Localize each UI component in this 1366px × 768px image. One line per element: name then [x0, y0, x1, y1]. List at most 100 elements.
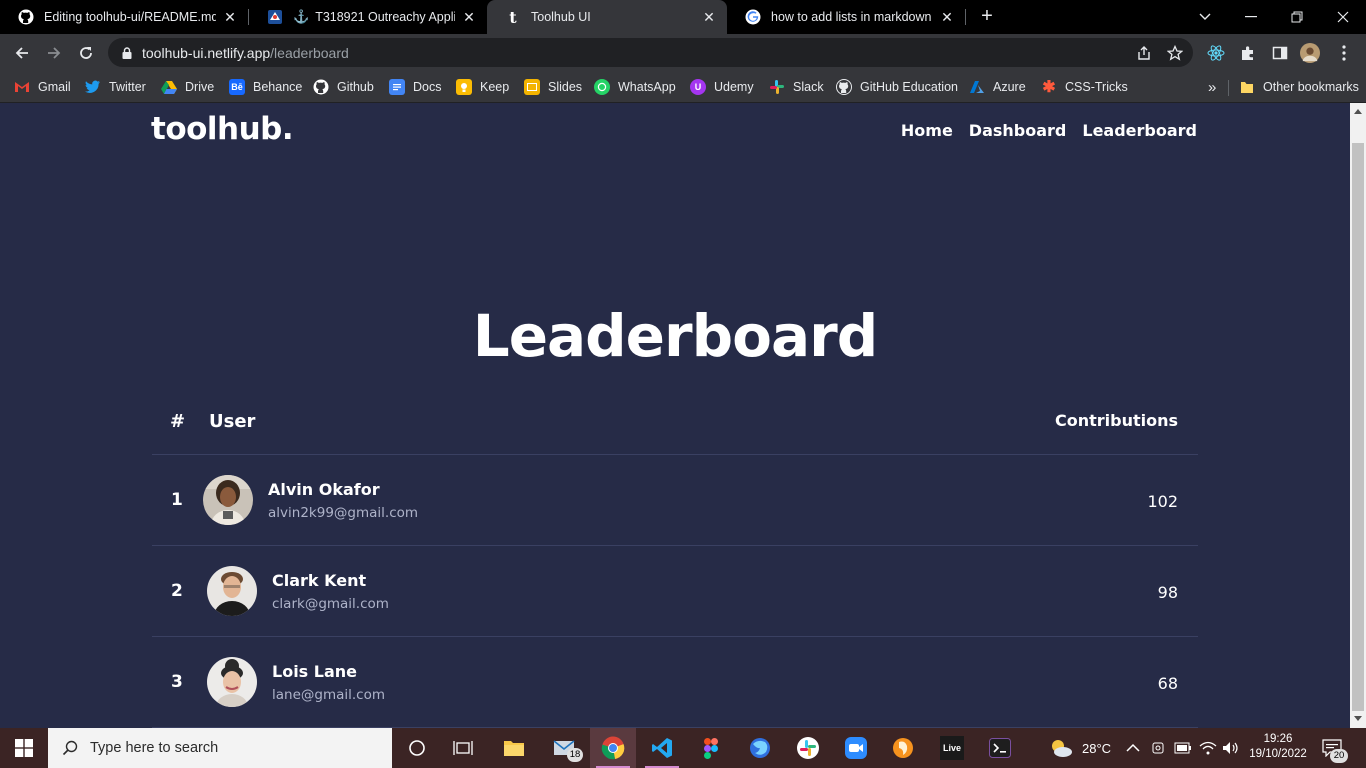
- bookmark-azure[interactable]: Azure: [969, 77, 1026, 97]
- mail-app[interactable]: 18: [542, 728, 588, 768]
- nav-home-link[interactable]: Home: [901, 121, 953, 140]
- leaderboard-table: # User Contributions 1 Alvin Okafor alvi…: [152, 399, 1198, 728]
- wifi-icon[interactable]: [1199, 728, 1217, 768]
- bookmark-gmail[interactable]: Gmail: [14, 77, 71, 97]
- bookmark-css-tricks[interactable]: ✱ CSS-Tricks: [1041, 77, 1127, 97]
- slides-icon: [524, 79, 540, 95]
- tab-phabricator[interactable]: ⚓ T318921 Outreachy Applicati ✕: [249, 0, 487, 34]
- behance-icon: Bē: [229, 79, 245, 95]
- zoom-icon: [845, 737, 867, 759]
- new-tab-button[interactable]: +: [976, 5, 998, 27]
- show-hidden-icons-button[interactable]: [1126, 728, 1140, 768]
- bookmark-github-education[interactable]: GitHub Education: [836, 77, 958, 97]
- cortana-button[interactable]: [394, 728, 440, 768]
- docs-icon: [389, 79, 405, 95]
- forward-button[interactable]: [40, 39, 68, 67]
- bookmark-whatsapp[interactable]: WhatsApp: [594, 77, 676, 97]
- bookmark-github[interactable]: Github: [313, 77, 374, 97]
- close-icon[interactable]: ✕: [461, 9, 477, 26]
- bookmarks-bar: Gmail Twitter Drive Bē Behance Github Do…: [0, 71, 1366, 103]
- terminal-app[interactable]: [977, 728, 1023, 768]
- browser-toolbar: toolhub-ui.netlify.app/leaderboard: [0, 34, 1366, 71]
- user-name[interactable]: Alvin Okafor: [268, 480, 380, 499]
- row-rank: 3: [171, 672, 183, 692]
- task-view-button[interactable]: [440, 728, 486, 768]
- react-devtools-icon[interactable]: [1206, 43, 1226, 63]
- site-logo[interactable]: toolhub.: [151, 111, 294, 147]
- side-panel-icon[interactable]: [1270, 43, 1290, 63]
- bookmark-behance[interactable]: Bē Behance: [229, 77, 302, 97]
- cortana-circle-icon: [409, 740, 425, 756]
- vscode-app[interactable]: [639, 728, 685, 768]
- nav-dashboard-link[interactable]: Dashboard: [969, 121, 1067, 140]
- close-icon[interactable]: ✕: [222, 9, 238, 26]
- fl-studio-app[interactable]: [880, 728, 926, 768]
- arrow-left-icon: [15, 47, 28, 59]
- bookmark-label: Slides: [548, 80, 583, 94]
- bookmarks-overflow-button[interactable]: »: [1208, 77, 1216, 97]
- zoom-app[interactable]: [833, 728, 879, 768]
- terminal-icon: [989, 738, 1011, 758]
- tab-toolhub-ui[interactable]: t Toolhub UI ✕: [487, 0, 727, 34]
- tab-google-search[interactable]: how to add lists in markdown - G ✕: [727, 0, 965, 34]
- browser-tab-strip: Editing toolhub-ui/README.md a ✕ ⚓ T3189…: [0, 0, 1366, 34]
- scroll-down-arrow-icon[interactable]: [1354, 716, 1362, 721]
- start-button[interactable]: [0, 728, 48, 768]
- tab-title: T318921 Outreachy Applicati: [315, 10, 455, 24]
- scroll-thumb[interactable]: [1352, 143, 1364, 711]
- taskbar-search-box[interactable]: Type here to search: [48, 728, 392, 768]
- weather-widget[interactable]: 28°C: [1048, 728, 1111, 768]
- user-email: lane@gmail.com: [272, 687, 386, 703]
- bookmark-keep[interactable]: Keep: [456, 77, 509, 97]
- page-scrollbar[interactable]: [1350, 103, 1366, 728]
- bookmark-slides[interactable]: Slides: [524, 77, 582, 97]
- other-bookmarks-folder[interactable]: Other bookmarks: [1239, 77, 1359, 97]
- scroll-up-arrow-icon[interactable]: [1354, 109, 1362, 114]
- github-icon: [313, 79, 329, 95]
- back-button[interactable]: [8, 39, 36, 67]
- bookmark-label: Keep: [480, 80, 510, 94]
- chrome-app[interactable]: [590, 728, 636, 768]
- page-title: Leaderboard: [472, 302, 879, 370]
- url-path: /leaderboard: [270, 44, 349, 61]
- notification-center-button[interactable]: 20: [1322, 728, 1348, 768]
- firefox-developer-app[interactable]: [737, 728, 783, 768]
- reload-button[interactable]: [72, 39, 100, 67]
- bookmark-drive[interactable]: Drive: [161, 77, 214, 97]
- firefox-icon: [750, 738, 770, 758]
- bookmark-label: Behance: [253, 80, 303, 94]
- close-window-button[interactable]: [1320, 0, 1366, 34]
- bookmark-udemy[interactable]: U Udemy: [690, 77, 754, 97]
- taskbar-clock[interactable]: 19:26 19/10/2022: [1248, 732, 1308, 762]
- star-icon[interactable]: [1166, 44, 1184, 62]
- extensions-puzzle-icon[interactable]: [1238, 43, 1258, 63]
- chevron-up-icon: [1126, 743, 1140, 752]
- battery-icon[interactable]: [1174, 728, 1192, 768]
- url-text: toolhub-ui.netlify.app/leaderboard: [142, 45, 349, 61]
- ableton-live-app[interactable]: Live: [929, 728, 975, 768]
- minimize-button[interactable]: [1228, 0, 1274, 34]
- tab-search-chevron-icon[interactable]: [1182, 0, 1228, 34]
- close-icon[interactable]: ✕: [939, 9, 955, 26]
- user-name[interactable]: Lois Lane: [272, 662, 357, 681]
- meet-now-icon[interactable]: [1151, 728, 1167, 768]
- avatar: [207, 657, 257, 707]
- lock-icon[interactable]: [120, 46, 134, 60]
- bookmark-slack[interactable]: Slack: [769, 77, 824, 97]
- restore-button[interactable]: [1274, 0, 1320, 34]
- volume-icon[interactable]: [1222, 728, 1240, 768]
- nav-leaderboard-link[interactable]: Leaderboard: [1082, 121, 1197, 140]
- figma-app[interactable]: [688, 728, 734, 768]
- bookmark-twitter[interactable]: Twitter: [85, 77, 146, 97]
- close-icon[interactable]: ✕: [701, 9, 717, 26]
- kebab-menu-icon[interactable]: [1334, 43, 1354, 63]
- slack-app[interactable]: [785, 728, 831, 768]
- tab-github-readme[interactable]: Editing toolhub-ui/README.md a ✕: [0, 0, 248, 34]
- share-icon[interactable]: [1135, 44, 1153, 62]
- address-bar[interactable]: toolhub-ui.netlify.app/leaderboard: [108, 38, 1193, 67]
- toolhub-t-icon: t: [509, 7, 517, 27]
- user-name[interactable]: Clark Kent: [272, 571, 366, 590]
- bookmark-docs[interactable]: Docs: [389, 77, 441, 97]
- file-explorer-app[interactable]: [491, 728, 537, 768]
- profile-avatar[interactable]: [1300, 43, 1320, 63]
